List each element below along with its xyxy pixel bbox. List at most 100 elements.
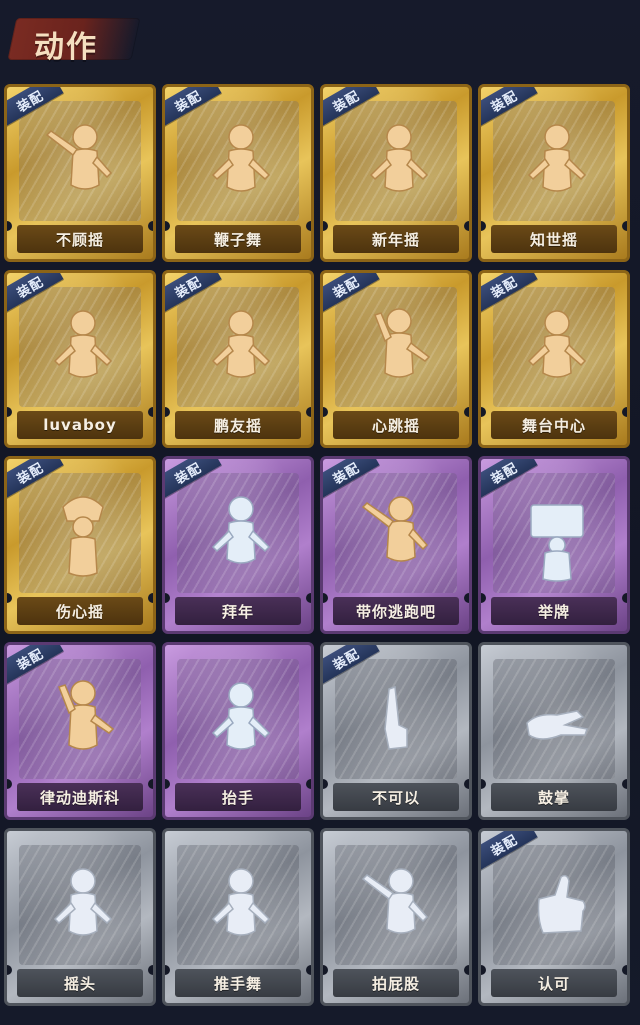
card-notch (7, 221, 12, 231)
card-notch (481, 593, 486, 603)
emote-name: 舞台中心 (521, 416, 586, 435)
card-notch (464, 221, 469, 231)
emote-name: 鼓掌 (537, 788, 570, 807)
card-notch (323, 593, 328, 603)
emote-card[interactable]: 装配 知世摇 (478, 84, 630, 262)
card-notch (306, 779, 311, 789)
card-notch (7, 593, 12, 603)
dancing-figure-pointing-icon (33, 115, 133, 215)
clapping-hands-icon (507, 673, 607, 773)
emote-name: 不顾摇 (55, 230, 104, 249)
emote-collection-page: 动作 装配 不顾摇 装配 鞭子舞 装配 新年摇 装配 知世摇 装配 luvaboy 装配 鹏友摇 装配心… (0, 0, 640, 1025)
emote-name: 拜年 (221, 602, 254, 621)
card-notch (323, 221, 328, 231)
emote-card[interactable]: 装配 不可以 (320, 642, 472, 820)
card-label-bar: 不顾摇 (17, 225, 143, 253)
emote-card[interactable]: 装配 律动迪斯科 (4, 642, 156, 820)
card-notch (323, 407, 328, 417)
card-label-bar: 心跳摇 (333, 411, 459, 439)
card-notch (622, 221, 627, 231)
card-notch (481, 221, 486, 231)
emote-card[interactable]: 装配 举牌 (478, 456, 630, 634)
emote-card[interactable]: 装配 舞台中心 (478, 270, 630, 448)
emote-card[interactable]: 装配 鞭子舞 (162, 84, 314, 262)
figure-bowing-icon (191, 487, 291, 587)
card-label-bar: 鞭子舞 (175, 225, 301, 253)
emote-name: 新年摇 (371, 230, 420, 249)
emote-card[interactable]: 鼓掌 (478, 642, 630, 820)
card-notch (7, 407, 12, 417)
figure-shaking-head-icon (33, 859, 133, 959)
emote-card[interactable]: 装配 带你逃跑吧 (320, 456, 472, 634)
card-label-bar: 伤心摇 (17, 597, 143, 625)
figure-raising-hand-icon (191, 673, 291, 773)
card-notch (7, 779, 12, 789)
disco-figure-icon (33, 673, 133, 773)
card-notch (165, 593, 170, 603)
card-notch (7, 965, 12, 975)
card-notch (622, 407, 627, 417)
figure-heart-hands-icon (33, 487, 133, 587)
card-notch (622, 779, 627, 789)
figure-spank-icon (349, 859, 449, 959)
card-notch (464, 779, 469, 789)
emote-card[interactable]: 摇头 (4, 828, 156, 1006)
emote-name: 心跳摇 (371, 416, 420, 435)
card-notch (165, 221, 170, 231)
dancing-figure-raised-hand-icon (349, 301, 449, 401)
card-notch (464, 965, 469, 975)
emote-card[interactable]: 抬手 (162, 642, 314, 820)
emote-grid: 装配 不顾摇 装配 鞭子舞 装配 新年摇 装配 知世摇 装配 luvaboy 装配 鹏友摇 装配 心跳摇装… (4, 84, 636, 1020)
finger-wag-icon (349, 673, 449, 773)
card-notch (306, 593, 311, 603)
emote-name: 举牌 (537, 602, 570, 621)
card-label-bar: 认可 (491, 969, 617, 997)
emote-name: 不可以 (371, 788, 420, 807)
figure-push-hands-icon (191, 859, 291, 959)
emote-name: 推手舞 (213, 974, 262, 993)
emote-name: 抬手 (221, 788, 254, 807)
card-label-bar: 不可以 (333, 783, 459, 811)
dancing-figure-heart-icon (191, 115, 291, 215)
card-label-bar: 带你逃跑吧 (333, 597, 459, 625)
emote-card[interactable]: 装配 鹏友摇 (162, 270, 314, 448)
emote-card[interactable]: 推手舞 (162, 828, 314, 1006)
dancing-figure-music-icon (507, 115, 607, 215)
card-label-bar: 摇头 (17, 969, 143, 997)
emote-name: 知世摇 (529, 230, 578, 249)
card-notch (148, 593, 153, 603)
card-notch (622, 593, 627, 603)
card-notch (148, 407, 153, 417)
emote-card[interactable]: 装配 新年摇 (320, 84, 472, 262)
card-notch (323, 779, 328, 789)
emote-name: 带你逃跑吧 (355, 602, 436, 621)
dancing-figure-pointing-icon (349, 487, 449, 587)
card-notch (306, 221, 311, 231)
card-notch (464, 593, 469, 603)
card-notch (481, 779, 486, 789)
card-notch (464, 407, 469, 417)
emote-name: 鹏友摇 (213, 416, 262, 435)
card-label-bar: 举牌 (491, 597, 617, 625)
emote-card[interactable]: 装配 心跳摇 (320, 270, 472, 448)
card-notch (323, 965, 328, 975)
emote-name: 认可 (537, 974, 570, 993)
card-notch (148, 221, 153, 231)
card-label-bar: 拜年 (175, 597, 301, 625)
card-label-bar: 抬手 (175, 783, 301, 811)
dancing-figure-arms-crossed-icon (349, 115, 449, 215)
card-notch (306, 965, 311, 975)
emote-card[interactable]: 装配 伤心摇 (4, 456, 156, 634)
card-notch (306, 407, 311, 417)
dancing-figure-arms-folded-icon (33, 301, 133, 401)
card-label-bar: 舞台中心 (491, 411, 617, 439)
card-notch (481, 407, 486, 417)
emote-card[interactable]: 装配 认可 (478, 828, 630, 1006)
emote-card[interactable]: 拍屁股 (320, 828, 472, 1006)
emote-card[interactable]: 装配 不顾摇 (4, 84, 156, 262)
card-notch (165, 407, 170, 417)
emote-card[interactable]: 装配 luvaboy (4, 270, 156, 448)
emote-card[interactable]: 装配 拜年 (162, 456, 314, 634)
card-label-bar: 拍屁股 (333, 969, 459, 997)
emote-name: luvaboy (43, 416, 117, 434)
